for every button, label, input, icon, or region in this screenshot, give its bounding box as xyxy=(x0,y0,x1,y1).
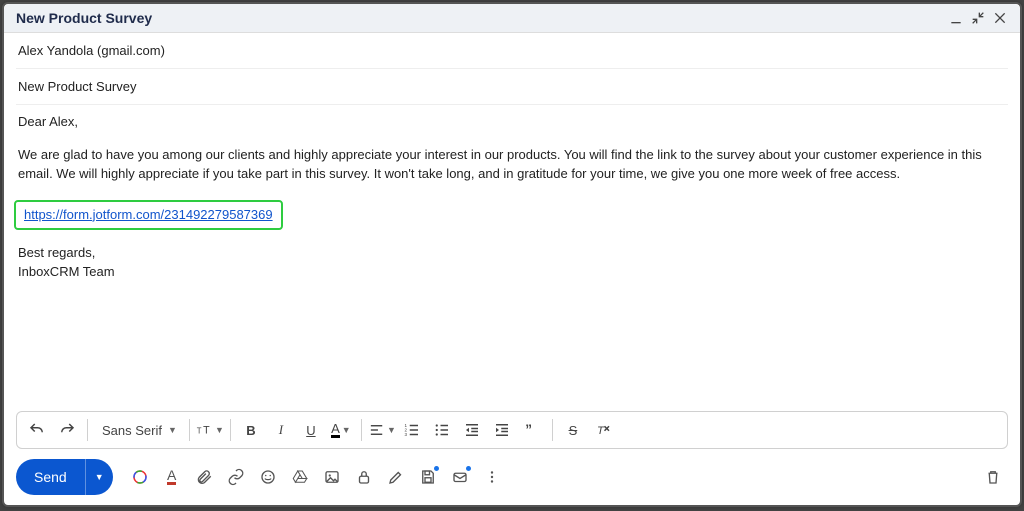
send-split-button: Send ▼ xyxy=(16,459,113,495)
chevron-down-icon: ▼ xyxy=(168,425,177,435)
insert-link-button[interactable] xyxy=(221,462,251,492)
svg-text:”: ” xyxy=(525,422,532,437)
compose-titlebar: New Product Survey xyxy=(4,4,1020,33)
font-color-a-button[interactable]: A xyxy=(157,462,187,492)
insert-drive-button[interactable] xyxy=(285,462,315,492)
quote-icon: ” xyxy=(523,421,541,439)
confidential-mode-button[interactable] xyxy=(349,462,379,492)
bullet-list-button[interactable] xyxy=(428,416,456,444)
font-size-button[interactable]: TT ▼ xyxy=(196,416,224,444)
insert-emoji-button[interactable] xyxy=(253,462,283,492)
notification-dot xyxy=(466,466,471,471)
font-family-label: Sans Serif xyxy=(102,423,162,438)
pen-icon xyxy=(387,468,405,486)
lock-icon xyxy=(355,468,373,486)
undo-icon xyxy=(28,421,46,439)
minimize-icon xyxy=(948,9,964,27)
compose-content: Alex Yandola (gmail.com) New Product Sur… xyxy=(4,33,1020,411)
bold-button[interactable]: B xyxy=(237,416,265,444)
redo-icon xyxy=(58,421,76,439)
minimize-button[interactable] xyxy=(948,10,964,26)
link-icon xyxy=(227,468,245,486)
undo-button[interactable] xyxy=(23,416,51,444)
insert-photo-button[interactable] xyxy=(317,462,347,492)
body-paragraph: We are glad to have you among our client… xyxy=(18,146,1006,184)
restore-icon xyxy=(970,9,986,27)
more-options-button[interactable] xyxy=(477,462,507,492)
remove-formatting-icon: T xyxy=(594,421,612,439)
save-icon xyxy=(419,468,437,486)
underline-button[interactable]: U xyxy=(297,416,325,444)
redo-button[interactable] xyxy=(53,416,81,444)
align-button[interactable]: ▼ xyxy=(368,416,396,444)
trash-icon xyxy=(984,468,1002,486)
paperclip-icon xyxy=(195,468,213,486)
signature-line2: InboxCRM Team xyxy=(18,263,1006,282)
survey-link-highlight: https://form.jotform.com/231492279587369 xyxy=(14,200,283,231)
survey-link[interactable]: https://form.jotform.com/231492279587369 xyxy=(24,207,273,222)
svg-text:3: 3 xyxy=(404,432,407,437)
text-color-icon: A xyxy=(331,423,340,438)
indent-less-button[interactable] xyxy=(458,416,486,444)
svg-text:T: T xyxy=(203,425,210,437)
chevron-down-icon: ▼ xyxy=(215,425,224,435)
compose-window: New Product Survey Alex Yandola (gmail.c… xyxy=(2,2,1022,507)
svg-text:T: T xyxy=(197,427,202,436)
send-options-button[interactable]: ▼ xyxy=(85,459,113,495)
attach-file-button[interactable] xyxy=(189,462,219,492)
send-button[interactable]: Send xyxy=(16,459,85,495)
emoji-icon xyxy=(259,468,277,486)
align-icon xyxy=(368,421,385,439)
toolbar-divider xyxy=(87,419,88,441)
close-icon xyxy=(992,9,1008,27)
strikethrough-icon: S xyxy=(569,423,578,438)
font-family-selector[interactable]: Sans Serif ▼ xyxy=(94,416,183,444)
indent-less-icon xyxy=(463,421,481,439)
close-button[interactable] xyxy=(992,10,1008,26)
drive-icon xyxy=(291,468,309,486)
italic-button[interactable]: I xyxy=(267,416,295,444)
compose-action-bar: Send ▼ A xyxy=(4,455,1020,505)
notification-dot xyxy=(434,466,439,471)
restore-button[interactable] xyxy=(970,10,986,26)
subject-field[interactable]: New Product Survey xyxy=(16,69,1008,105)
save-template-button[interactable] xyxy=(413,462,443,492)
body-greeting: Dear Alex, xyxy=(18,113,1006,132)
insert-signature-button[interactable] xyxy=(381,462,411,492)
image-icon xyxy=(323,468,341,486)
formatting-toggle-button[interactable] xyxy=(125,462,155,492)
formatting-toolbar: Sans Serif ▼ TT ▼ B I U A ▼ ▼ 123 xyxy=(16,411,1008,449)
strikethrough-button[interactable]: S xyxy=(559,416,587,444)
numbered-list-button[interactable]: 123 xyxy=(398,416,426,444)
compose-action-icons: A xyxy=(125,462,507,492)
indent-more-button[interactable] xyxy=(488,416,516,444)
mailtrack-button[interactable] xyxy=(445,462,475,492)
to-field[interactable]: Alex Yandola (gmail.com) xyxy=(16,33,1008,69)
compose-title: New Product Survey xyxy=(16,10,942,26)
discard-draft-button[interactable] xyxy=(978,462,1008,492)
svg-text:T: T xyxy=(597,425,605,437)
chevron-down-icon: ▼ xyxy=(342,425,351,435)
chevron-down-icon: ▼ xyxy=(387,425,396,435)
chevron-down-icon: ▼ xyxy=(95,472,104,482)
quote-button[interactable]: ” xyxy=(518,416,546,444)
message-body[interactable]: Dear Alex, We are glad to have you among… xyxy=(16,105,1008,282)
indent-more-icon xyxy=(493,421,511,439)
more-vertical-icon xyxy=(483,468,501,486)
remove-formatting-button[interactable]: T xyxy=(589,416,617,444)
text-color-circle-icon xyxy=(131,468,149,486)
signature-line1: Best regards, xyxy=(18,244,1006,263)
numbered-list-icon: 123 xyxy=(403,421,421,439)
font-size-icon: TT xyxy=(196,421,213,439)
text-color-button[interactable]: A ▼ xyxy=(327,416,355,444)
mailtrack-icon xyxy=(451,468,469,486)
bullet-list-icon xyxy=(433,421,451,439)
